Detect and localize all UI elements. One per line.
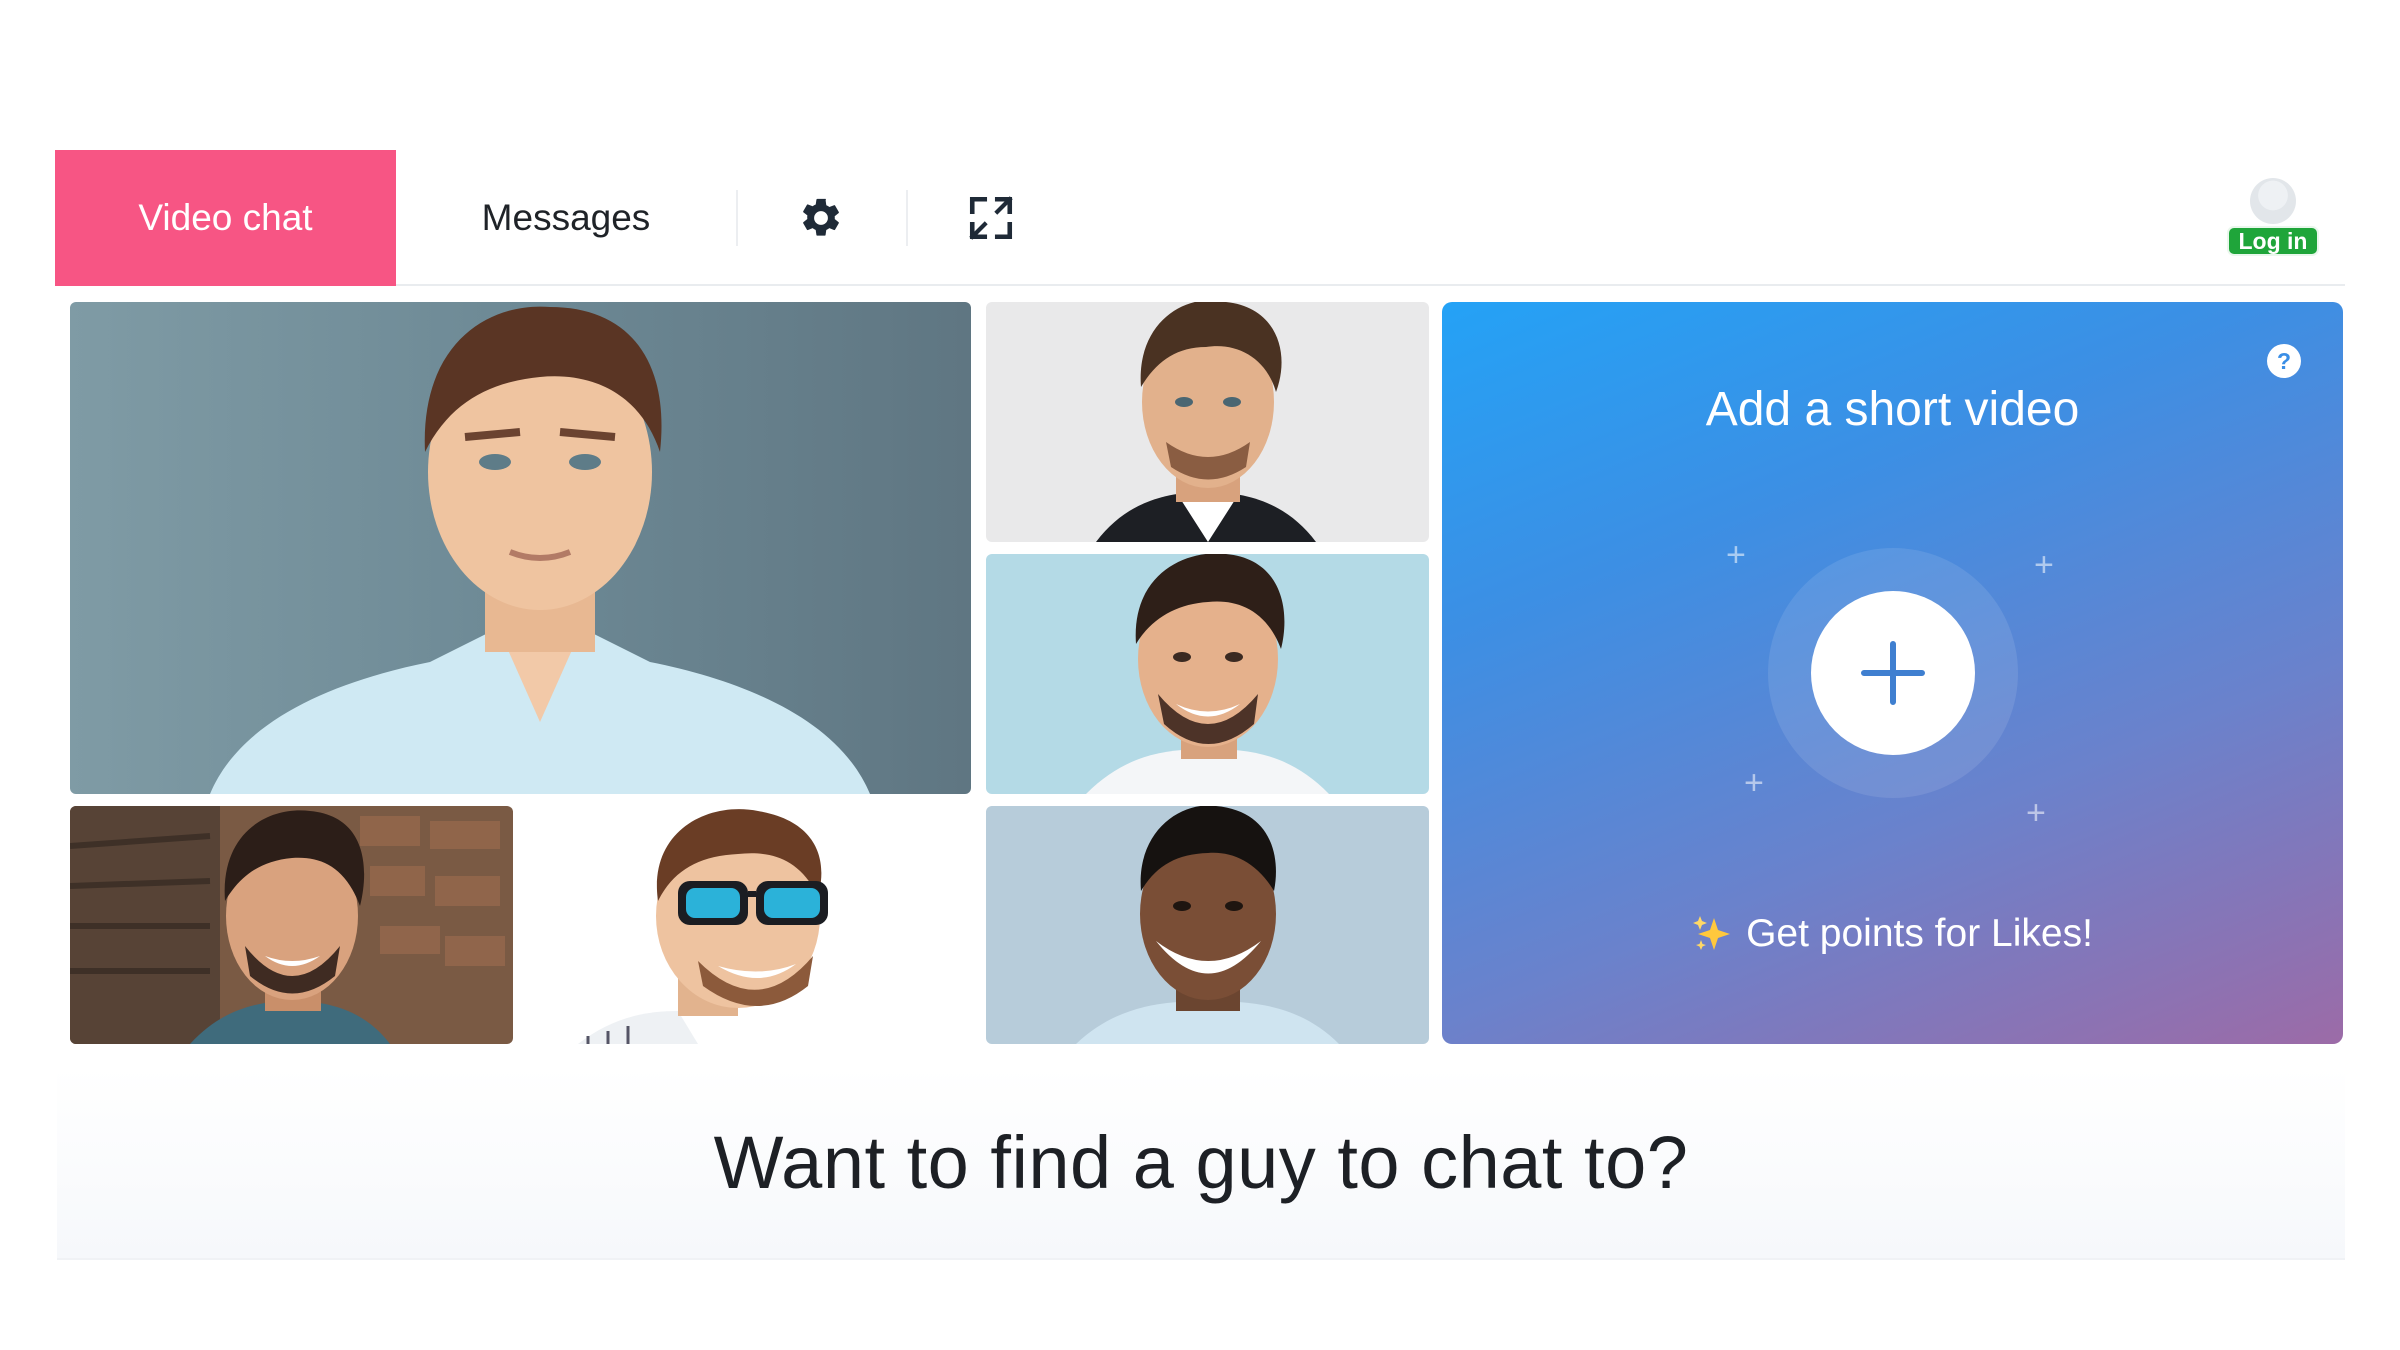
sparkle-plus-icon: + bbox=[1744, 764, 1764, 802]
avatar[interactable] bbox=[2250, 178, 2296, 224]
tab-messages-label: Messages bbox=[481, 197, 651, 238]
portrait-image bbox=[986, 302, 1429, 542]
portrait-image bbox=[70, 302, 971, 794]
help-button[interactable]: ? bbox=[2267, 344, 2301, 378]
sparkles-icon bbox=[1693, 916, 1731, 950]
profile-photo-bottom-left[interactable] bbox=[70, 806, 513, 1044]
help-icon: ? bbox=[2276, 347, 2292, 374]
sparkle-plus-icon: + bbox=[2034, 546, 2054, 584]
points-info: Get points for Likes! bbox=[1442, 912, 2343, 956]
portrait-image bbox=[986, 806, 1429, 1044]
tab-video-chat[interactable]: Video chat bbox=[55, 150, 396, 286]
fullscreen-button[interactable] bbox=[906, 150, 1076, 286]
tab-messages[interactable]: Messages bbox=[396, 150, 736, 286]
login-button[interactable]: Log in bbox=[2227, 226, 2319, 256]
headline-section: Want to find a guy to chat to? bbox=[57, 1067, 2345, 1260]
plus-icon bbox=[1861, 641, 1925, 705]
login-label: Log in bbox=[2238, 227, 2308, 254]
video-chat-app: Video chat Messages Log in Add a short v… bbox=[55, 150, 2345, 1260]
add-video-button[interactable] bbox=[1811, 591, 1975, 755]
points-info-text: Get points for Likes! bbox=[1746, 912, 2093, 955]
sparkle-plus-icon: + bbox=[2026, 794, 2046, 832]
add-video-title: Add a short video bbox=[1705, 383, 2080, 436]
portrait-image bbox=[528, 806, 971, 1044]
expand-icon bbox=[969, 196, 1013, 240]
tab-video-chat-label: Video chat bbox=[138, 197, 313, 238]
gear-icon bbox=[803, 198, 839, 236]
top-navigation: Video chat Messages Log in bbox=[55, 150, 2345, 286]
profile-photo-large[interactable] bbox=[70, 302, 971, 794]
account-area[interactable]: Log in bbox=[2220, 178, 2320, 268]
portrait-image bbox=[70, 806, 513, 1044]
profile-photo-middle[interactable] bbox=[986, 554, 1429, 794]
settings-button[interactable] bbox=[736, 150, 906, 286]
portrait-image bbox=[986, 554, 1429, 794]
add-video-card: Add a short video ? + + + + Get points f… bbox=[1442, 302, 2343, 1044]
sparkle-plus-icon: + bbox=[1726, 536, 1746, 574]
profile-photo-top[interactable] bbox=[986, 302, 1429, 542]
page-headline: Want to find a guy to chat to? bbox=[713, 1121, 1689, 1204]
profile-photo-bottom-right[interactable] bbox=[986, 806, 1429, 1044]
profile-photo-sunglasses[interactable] bbox=[528, 806, 971, 1044]
